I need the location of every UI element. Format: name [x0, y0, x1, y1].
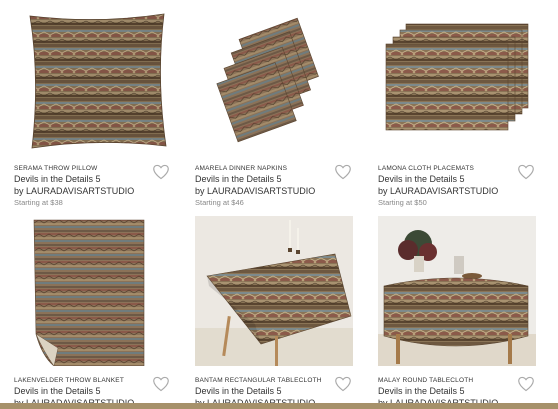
heart-outline-icon[interactable] — [517, 376, 535, 392]
product-card[interactable]: SERAMA THROW PILLOW Devils in the Detail… — [14, 8, 182, 208]
product-image-rectangular-tablecloth[interactable] — [195, 216, 353, 366]
product-price: Starting at $50 — [378, 198, 427, 207]
bottom-bar — [0, 403, 558, 409]
heart-outline-icon[interactable] — [152, 376, 170, 392]
heart-outline-icon[interactable] — [334, 376, 352, 392]
product-artist[interactable]: by LAURADAVISARTSTUDIO — [14, 185, 182, 197]
product-image-cloth-placemats[interactable] — [378, 8, 546, 158]
product-card[interactable]: LAMONA CLOTH PLACEMATS Devils in the Det… — [378, 8, 546, 208]
product-card[interactable]: MALAY ROUND TABLECLOTH Devils in the Det… — [378, 216, 546, 408]
product-price: Starting at $46 — [195, 198, 244, 207]
product-card[interactable]: AMARELA DINNER NAPKINS Devils in the Det… — [195, 8, 363, 208]
product-image-throw-blanket[interactable] — [14, 216, 182, 366]
product-card[interactable]: LAKENVELDER THROW BLANKET Devils in the … — [14, 216, 182, 408]
product-card[interactable]: BANTAM RECTANGULAR TABLECLOTH Devils in … — [195, 216, 363, 408]
heart-outline-icon[interactable] — [517, 164, 535, 180]
heart-outline-icon[interactable] — [334, 164, 352, 180]
product-artist[interactable]: by LAURADAVISARTSTUDIO — [195, 185, 363, 197]
product-image-round-tablecloth[interactable] — [378, 216, 536, 366]
product-image-dinner-napkins[interactable] — [195, 8, 363, 158]
heart-outline-icon[interactable] — [152, 164, 170, 180]
product-artist[interactable]: by LAURADAVISARTSTUDIO — [378, 185, 546, 197]
product-price: Starting at $38 — [14, 198, 63, 207]
product-image-throw-pillow[interactable] — [14, 8, 182, 158]
